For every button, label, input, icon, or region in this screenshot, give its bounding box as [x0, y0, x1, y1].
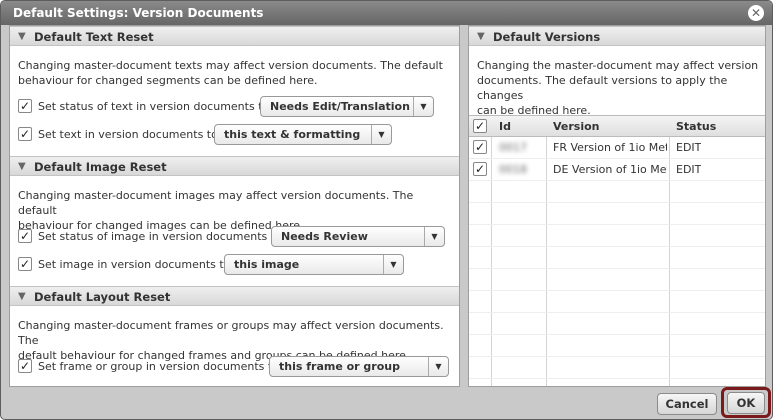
text-reset-title: Default Text Reset [34, 30, 154, 44]
table-row-empty [469, 269, 765, 291]
version-documents-dialog: Default Settings: Version Documents ✕ ▼ … [0, 0, 773, 420]
chevron-down-icon: ▼ [424, 227, 444, 246]
chevron-down-icon: ▼ [413, 97, 433, 116]
close-icon[interactable]: ✕ [748, 5, 764, 21]
image-status-checkbox[interactable]: ✓ [18, 229, 32, 243]
text-reset-description: Changing master-document texts may affec… [18, 58, 448, 88]
image-status-select[interactable]: Needs Review ▼ [271, 226, 445, 247]
layout-reset-header[interactable]: ▼ Default Layout Reset [10, 286, 459, 306]
dialog-titlebar[interactable]: Default Settings: Version Documents ✕ [1, 1, 772, 25]
versions-desc-line2: documents. The default versions to apply… [477, 74, 728, 102]
frame-select[interactable]: this frame or group ▼ [269, 356, 449, 377]
ok-button[interactable]: OK [727, 392, 765, 414]
row-version: FR Version of 1io Meta [553, 141, 667, 154]
row-id: 0017 [499, 141, 527, 154]
frame-checkbox[interactable]: ✓ [18, 359, 32, 373]
reset-settings-panel: ▼ Default Text Reset Changing master-doc… [9, 25, 460, 387]
collapse-triangle-icon[interactable]: ▼ [18, 291, 26, 302]
chevron-down-icon: ▼ [428, 357, 448, 376]
table-row[interactable]: ✓ 0017 FR Version of 1io Meta EDIT [469, 137, 765, 159]
cancel-button[interactable]: Cancel [657, 393, 717, 415]
chevron-down-icon: ▼ [383, 255, 403, 274]
table-header: ✓ Id Version Status [469, 115, 765, 137]
text-content-label: Set text in version documents to [38, 128, 218, 141]
collapse-triangle-icon[interactable]: ▼ [18, 31, 26, 42]
column-header-version[interactable]: Version [553, 120, 600, 133]
image-status-value: Needs Review [281, 230, 368, 243]
table-row-empty [469, 203, 765, 225]
layout-reset-desc-line1: Changing master-document frames or group… [18, 319, 444, 347]
image-status-label: Set status of image in version documents… [38, 230, 282, 243]
column-header-status[interactable]: Status [676, 120, 716, 133]
image-reset-desc-line1: Changing master-document images may affe… [18, 189, 414, 217]
image-reset-title: Default Image Reset [34, 160, 167, 174]
select-all-checkbox[interactable]: ✓ [473, 119, 487, 133]
text-content-select[interactable]: this text & formatting ▼ [214, 124, 392, 145]
versions-desc-line1: Changing the master-document may affect … [477, 59, 759, 72]
versions-description: Changing the master-document may affect … [477, 58, 762, 118]
table-row-empty [469, 357, 765, 379]
text-reset-desc-line2: behaviour for changed segments can be de… [18, 74, 318, 87]
image-content-value: this image [234, 258, 300, 271]
table-row-empty [469, 313, 765, 335]
row-id: 0018 [499, 163, 527, 176]
row-status: EDIT [676, 141, 702, 154]
collapse-triangle-icon[interactable]: ▼ [18, 161, 26, 172]
row-checkbox[interactable]: ✓ [473, 140, 487, 154]
table-row-empty [469, 225, 765, 247]
image-content-label: Set image in version documents to [38, 258, 231, 271]
table-row[interactable]: ✓ 0018 DE Version of 1io Meta EDIT [469, 159, 765, 181]
layout-reset-title: Default Layout Reset [34, 290, 171, 304]
table-row-empty [469, 291, 765, 313]
text-content-row: ✓ Set text in version documents to this … [18, 124, 443, 146]
table-row-empty [469, 335, 765, 357]
image-reset-header[interactable]: ▼ Default Image Reset [10, 156, 459, 176]
text-reset-header[interactable]: ▼ Default Text Reset [10, 26, 459, 46]
image-content-checkbox[interactable]: ✓ [18, 257, 32, 271]
table-row-empty [469, 247, 765, 269]
versions-title: Default Versions [493, 30, 601, 44]
frame-row: ✓ Set frame or group in version document… [18, 356, 458, 378]
dialog-title: Default Settings: Version Documents [13, 6, 264, 20]
row-status: EDIT [676, 163, 702, 176]
image-content-row: ✓ Set image in version documents to this… [18, 254, 458, 276]
frame-value: this frame or group [279, 360, 400, 373]
frame-label: Set frame or group in version documents … [38, 360, 279, 373]
row-checkbox[interactable]: ✓ [473, 162, 487, 176]
row-version: DE Version of 1io Meta [553, 163, 667, 176]
default-versions-panel: ▼ Default Versions Changing the master-d… [468, 25, 766, 387]
text-status-checkbox[interactable]: ✓ [18, 99, 32, 113]
text-status-label: Set status of text in version documents … [38, 100, 270, 113]
text-reset-desc-line1: Changing master-document texts may affec… [18, 59, 443, 72]
column-header-id[interactable]: Id [499, 120, 511, 133]
table-row-empty [469, 181, 765, 203]
text-content-value: this text & formatting [224, 128, 361, 141]
image-content-select[interactable]: this image ▼ [224, 254, 404, 275]
chevron-down-icon: ▼ [371, 125, 391, 144]
text-status-value: Needs Edit/Translation [270, 100, 410, 113]
versions-header[interactable]: ▼ Default Versions [469, 26, 765, 46]
text-content-checkbox[interactable]: ✓ [18, 127, 32, 141]
text-status-row: ✓ Set status of text in version document… [18, 96, 443, 118]
image-status-row: ✓ Set status of image in version documen… [18, 226, 458, 248]
text-status-select[interactable]: Needs Edit/Translation ▼ [260, 96, 434, 117]
collapse-triangle-icon[interactable]: ▼ [477, 31, 485, 42]
